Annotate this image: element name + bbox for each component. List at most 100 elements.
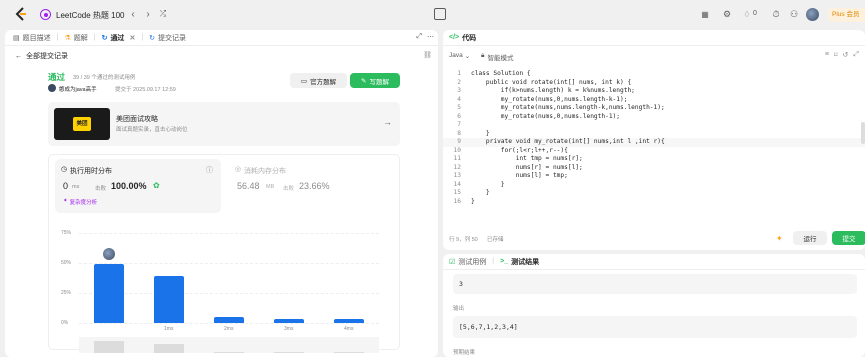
output-value-box: [5,6,7,1,2,3,4] <box>453 316 857 338</box>
grid-line <box>79 263 379 264</box>
panel-resize-handle[interactable] <box>439 30 442 357</box>
code-line[interactable]: 9 private void my_rotate(int[] nums,int … <box>443 138 865 147</box>
code-text: nums[r] = nums[l]; <box>471 163 583 171</box>
write-solution-button[interactable]: ✎ 写题解 <box>350 73 400 88</box>
code-text: private void my_rotate(int[] nums,int l … <box>471 138 665 145</box>
memory-value: 56.48 <box>237 181 260 191</box>
complexity-analysis-link[interactable]: ✦ 复杂度分析 <box>63 198 97 206</box>
leetcode-logo-icon[interactable] <box>14 7 28 21</box>
expand-icon[interactable]: ⤢ <box>416 33 422 41</box>
tab-test-result[interactable]: >_ 测试结果 <box>500 257 539 267</box>
promo-card[interactable]: 美团 美团面试攻略 面试真题实录，直击心动岗位 → <box>48 102 400 146</box>
code-line[interactable]: 2 public void rotate(int[] nums, int k) … <box>443 79 865 88</box>
avatar[interactable] <box>806 8 819 21</box>
tab-code[interactable]: </> 代码 <box>449 33 476 43</box>
code-text: my_rotate(nums,nums.length-k,nums.length… <box>471 104 665 111</box>
settings-icon[interactable]: ⚙ <box>721 8 733 20</box>
code-line[interactable]: 15 } <box>443 189 865 198</box>
overview-bar <box>214 351 244 353</box>
line-number: 15 <box>453 189 461 196</box>
chart-range-slider[interactable] <box>79 337 379 353</box>
runtime-card[interactable]: ◷ 执行用时分布 ⓘ 0 ms 击败 100.00% ✿ ✦ 复杂度分析 <box>55 159 221 213</box>
x-tick-label: 2ms <box>224 326 234 332</box>
expand-icon[interactable]: ⤢ <box>853 51 859 59</box>
editor-scroll-indicator[interactable] <box>861 122 865 144</box>
reset-icon[interactable]: ↺ <box>843 51 849 59</box>
code-line[interactable]: 11 int tmp = nums[r]; <box>443 155 865 164</box>
author-avatar[interactable] <box>48 84 56 92</box>
overview-bar <box>274 351 304 353</box>
line-number: 5 <box>457 104 461 111</box>
chart-bar[interactable] <box>334 319 364 323</box>
back-to-submissions[interactable]: ← 全部提交记录 <box>15 51 68 61</box>
tab-submissions[interactable]: ↻ 提交记录 <box>149 33 186 43</box>
tab-accepted[interactable]: ↻ 通过 ✕ <box>102 33 136 43</box>
chart-bar[interactable] <box>214 317 244 323</box>
problem-list-title[interactable]: LeetCode 热题 100 <box>56 10 125 21</box>
code-line[interactable]: 4 my_rotate(nums,0,nums.length-k-1); <box>443 96 865 105</box>
code-line[interactable]: 14 } <box>443 181 865 190</box>
code-text: int tmp = nums[r]; <box>471 155 583 162</box>
code-text: } <box>471 189 490 196</box>
tab-description[interactable]: ▤ 题目描述 <box>13 33 51 43</box>
promo-title: 美团面试攻略 <box>116 116 158 123</box>
chevron-left-icon[interactable]: ‹ <box>128 8 138 20</box>
left-tab-bar: ▤ 题目描述 | ⚗ 题解 | ↻ 通过 ✕ | ↻ 提交记录 ⤢ ⋯ <box>5 30 438 46</box>
notes-icon[interactable] <box>434 8 446 20</box>
code-line[interactable]: 7 <box>443 121 865 130</box>
x-tick-label: 4ms <box>344 326 354 332</box>
code-line[interactable]: 16} <box>443 198 865 207</box>
link-icon[interactable]: ⛓ <box>423 51 432 59</box>
shuffle-icon[interactable]: ⤮ <box>158 8 168 20</box>
save-status: 已存储 <box>487 237 504 243</box>
run-button[interactable]: 运行 <box>793 231 827 245</box>
line-number: 9 <box>457 138 461 145</box>
editor-toolbar-icons: ≡ ⌑ ↺ ⤢ <box>825 51 859 59</box>
layout-icon[interactable]: ▦ <box>700 9 710 19</box>
tab-solutions[interactable]: ⚗ 题解 <box>64 33 87 43</box>
runtime-value: 0 <box>63 181 69 191</box>
smart-mode-toggle[interactable]: 🔒︎ 智能模式 <box>481 52 513 62</box>
chevron-right-icon[interactable]: › <box>143 8 153 20</box>
close-icon[interactable]: ✕ <box>129 34 135 42</box>
format-icon[interactable]: ≡ <box>825 51 829 59</box>
code-line[interactable]: 6 my_rotate(nums,0,nums.length-1); <box>443 113 865 122</box>
output-label: 输出 <box>453 306 465 312</box>
cursor-position: 行 9，列 50 <box>449 237 478 243</box>
tab-testcases[interactable]: ☑ 测试用例 <box>449 257 486 267</box>
y-tick-label: 75% <box>61 230 72 236</box>
code-text: for(;l<r;l++,r--){ <box>471 146 568 154</box>
problem-list-icon[interactable] <box>40 9 51 20</box>
memory-card[interactable]: ◎ 消耗内存分布 56.48 MB 击败 23.66% <box>231 159 391 213</box>
code-line[interactable]: 8 } <box>443 130 865 139</box>
line-number: 11 <box>453 155 461 162</box>
runtime-unit: ms <box>72 184 80 190</box>
y-tick-label: 0% <box>61 320 69 326</box>
code-line[interactable]: 1 class Solution { <box>443 70 865 79</box>
info-icon[interactable]: ⓘ <box>206 165 213 175</box>
code-line[interactable]: 3 if(k>nums.length) k = k%nums.length; <box>443 87 865 96</box>
code-line[interactable]: 5 my_rotate(nums,nums.length-k,nums.leng… <box>443 104 865 113</box>
debug-icon[interactable]: ✦ <box>776 234 783 243</box>
official-solution-button[interactable]: ▭ 官方题解 <box>290 73 347 88</box>
code-text: if(k>nums.length) k = k%nums.length; <box>471 87 635 94</box>
submit-button[interactable]: 提交 <box>832 231 865 245</box>
notification-icon[interactable]: ⏱ <box>770 8 782 20</box>
code-line[interactable]: 12 nums[r] = nums[l]; <box>443 164 865 173</box>
author-name[interactable]: 憨成为java高手 <box>59 85 97 93</box>
add-friend-icon[interactable]: ⚇ <box>788 8 800 20</box>
plus-membership-button[interactable]: Plus 会员 <box>828 8 865 22</box>
code-line[interactable]: 10 for(;l<r;l++,r--){ <box>443 147 865 156</box>
chip-icon: ◎ <box>235 166 242 173</box>
code-icon: </> <box>449 34 460 41</box>
code-line[interactable]: 13 nums[l] = tmp; <box>443 172 865 181</box>
bookmark-icon[interactable]: ⌑ <box>834 51 838 59</box>
chart-bar[interactable] <box>274 319 304 323</box>
line-number: 8 <box>457 129 461 137</box>
language-select[interactable]: Java ⌄ <box>449 52 470 60</box>
x-tick-label: 3ms <box>284 326 294 332</box>
streak-icon[interactable]: ♢ <box>742 8 752 20</box>
chart-bar[interactable] <box>154 276 184 323</box>
chart-bar[interactable] <box>94 264 124 323</box>
more-icon[interactable]: ⋯ <box>427 33 434 41</box>
